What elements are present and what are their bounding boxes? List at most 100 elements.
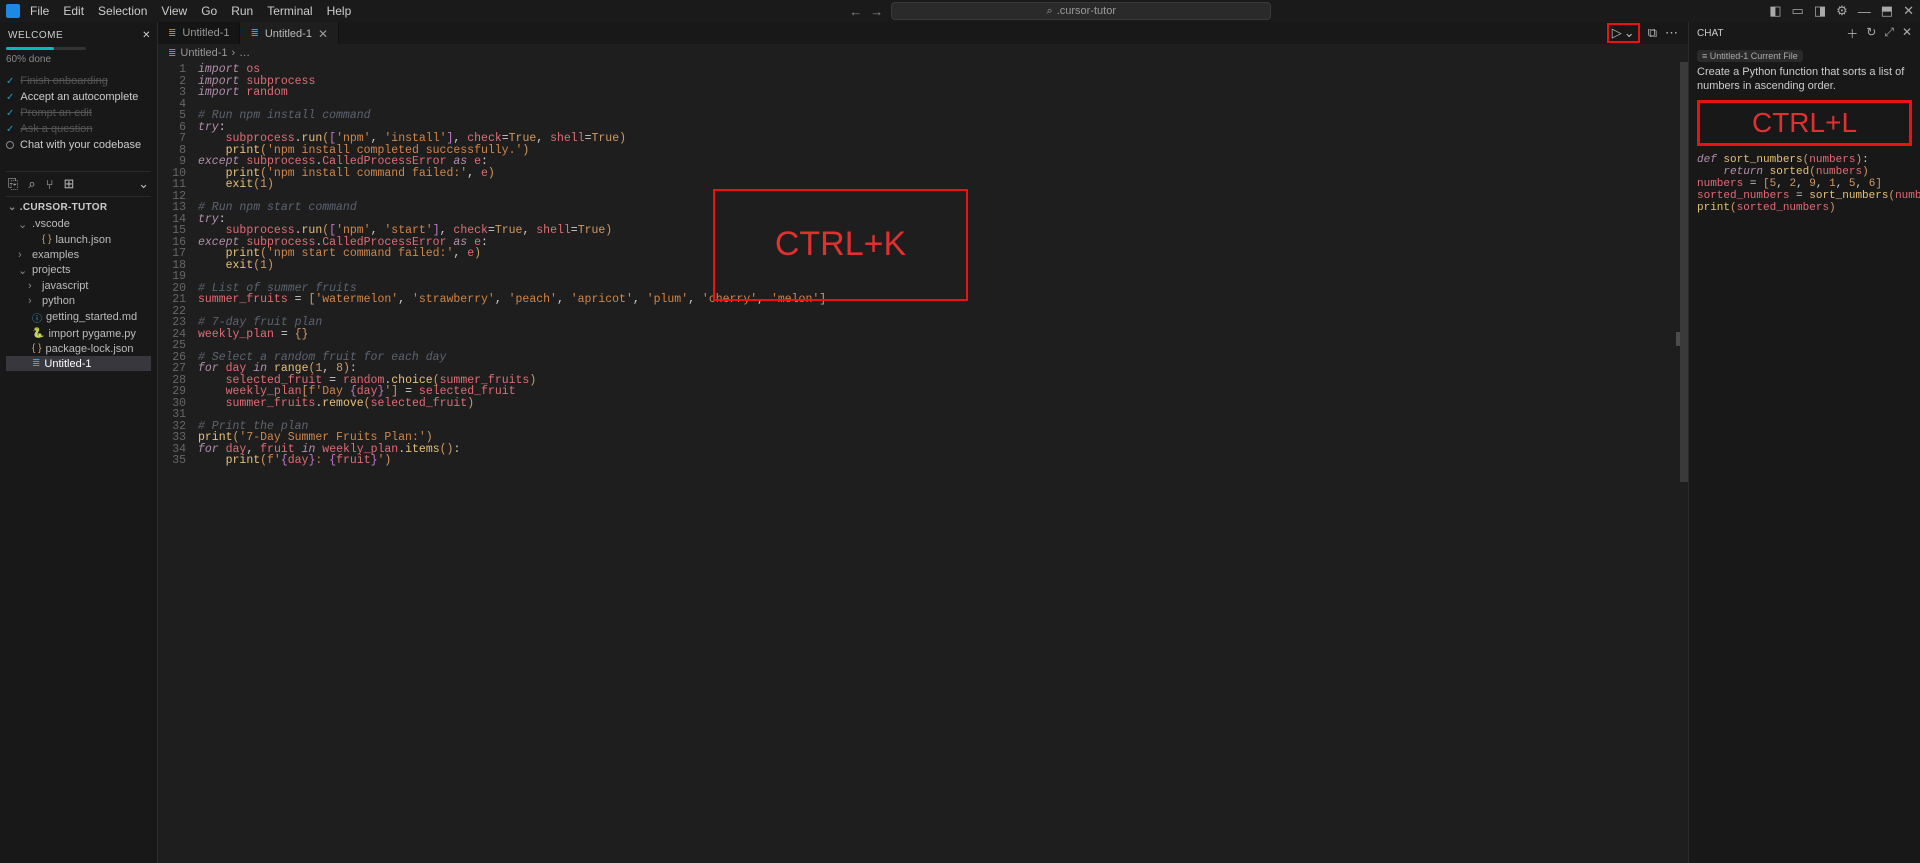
menu-file[interactable]: File bbox=[30, 4, 49, 18]
search-icon: ⌕ bbox=[1047, 5, 1053, 18]
chevron-down-icon[interactable]: ⌄ bbox=[138, 176, 149, 192]
tree-row[interactable]: › examples bbox=[6, 247, 151, 262]
more-icon[interactable]: ⋯ bbox=[1665, 25, 1678, 41]
tree-row[interactable]: { }package-lock.json bbox=[6, 341, 151, 356]
command-center[interactable]: ⌕ .cursor-tutor bbox=[891, 2, 1271, 20]
line-number: 1 bbox=[158, 64, 186, 76]
history-icon[interactable]: ↻ bbox=[1866, 25, 1876, 42]
run-icon[interactable]: ▷ bbox=[1612, 25, 1622, 41]
settings-gear-icon[interactable]: ⚙ bbox=[1836, 3, 1848, 19]
twisty-icon: › bbox=[18, 249, 28, 261]
editor-tab[interactable]: ≣Untitled-1 bbox=[158, 22, 240, 44]
twisty-icon: ⌄ bbox=[18, 218, 28, 231]
tree-row[interactable]: ⌄ .vscode bbox=[6, 216, 151, 232]
breadcrumb-file-icon: ≣ bbox=[168, 48, 176, 59]
code-line[interactable]: # Select a random fruit for each day bbox=[198, 352, 1688, 364]
nav-forward-icon[interactable]: → bbox=[870, 4, 883, 19]
breadcrumb-sep: › bbox=[231, 47, 235, 59]
menu-view[interactable]: View bbox=[161, 4, 187, 18]
close-tab-icon[interactable]: ✕ bbox=[318, 27, 328, 41]
code[interactable]: import osimport subprocessimport random #… bbox=[198, 64, 1688, 863]
layout-bottom-icon[interactable]: ▭ bbox=[1792, 3, 1804, 19]
line-number: 15 bbox=[158, 225, 186, 237]
code-line[interactable]: import os bbox=[198, 64, 1688, 76]
chat-context-tag[interactable]: ≡ Untitled-1 Current File bbox=[1697, 50, 1803, 62]
overlay-ctrl-l: CTRL+L bbox=[1697, 100, 1912, 146]
editor-tab[interactable]: ≣Untitled-1✕ bbox=[240, 22, 339, 44]
breadcrumbs[interactable]: ≣ Untitled-1 › … bbox=[158, 44, 1688, 62]
tree-row[interactable]: ⓘgetting_started.md bbox=[6, 308, 151, 326]
overlay-ctrl-k: CTRL+K bbox=[713, 189, 968, 301]
tree-row[interactable]: ≣Untitled-1 bbox=[6, 356, 151, 371]
line-number: 33 bbox=[158, 432, 186, 444]
chat-prompt: Create a Python function that sorts a li… bbox=[1697, 66, 1912, 94]
nav-back-icon[interactable]: ← bbox=[849, 4, 862, 19]
breadcrumb-file: Untitled-1 bbox=[180, 47, 227, 59]
expand-icon[interactable]: ⤢ bbox=[1884, 25, 1894, 42]
layout-panel-right-icon[interactable]: ◨ bbox=[1814, 3, 1826, 19]
code-line[interactable]: weekly_plan = {} bbox=[198, 329, 1688, 341]
tree-root[interactable]: ⌄ .CURSOR-TUTOR bbox=[6, 199, 151, 216]
search-icon[interactable]: ⌕ bbox=[28, 176, 35, 192]
check-icon: ✓ bbox=[6, 76, 14, 87]
tree-row[interactable]: 🐍import pygame.py bbox=[6, 326, 151, 341]
layout-panel-left-icon[interactable]: ◧ bbox=[1769, 3, 1781, 19]
file-icon: ⓘ bbox=[32, 310, 42, 325]
code-line[interactable]: # 7-day fruit plan bbox=[198, 317, 1688, 329]
chat-code: def sort_numbers(numbers): return sorted… bbox=[1697, 154, 1912, 214]
menu-go[interactable]: Go bbox=[201, 4, 217, 18]
app-icon bbox=[6, 4, 20, 18]
plus-icon[interactable]: ＋ bbox=[1846, 25, 1858, 42]
onboard-item[interactable]: ✓Ask a question bbox=[6, 121, 151, 137]
code-line[interactable] bbox=[198, 306, 1688, 318]
code-line[interactable]: import subprocess bbox=[198, 76, 1688, 88]
maximize-icon[interactable]: ⬒ bbox=[1881, 3, 1893, 19]
menu-selection[interactable]: Selection bbox=[98, 4, 147, 18]
run-chevron-icon[interactable]: ⌄ bbox=[1624, 25, 1635, 41]
scrollbar-thumb[interactable] bbox=[1680, 62, 1688, 482]
code-line[interactable]: summer_fruits.remove(selected_fruit) bbox=[198, 398, 1688, 410]
code-line[interactable] bbox=[198, 409, 1688, 421]
breadcrumb-rest: … bbox=[239, 47, 250, 59]
onboard-item[interactable]: Chat with your codebase bbox=[6, 137, 151, 153]
tab-row: ≣Untitled-1≣Untitled-1✕ ▷⌄ ⧉ ⋯ bbox=[158, 22, 1688, 44]
code-line[interactable]: print(f'{day}: {fruit}') bbox=[198, 455, 1688, 467]
tree-label: package-lock.json bbox=[45, 343, 133, 355]
line-number: 17 bbox=[158, 248, 186, 260]
code-body[interactable]: 1234567891011121314151617181920212223242… bbox=[158, 62, 1688, 863]
check-icon: ✓ bbox=[6, 108, 14, 119]
menu-edit[interactable]: Edit bbox=[63, 4, 84, 18]
tree-row[interactable]: ⌄projects bbox=[6, 262, 151, 278]
branch-icon[interactable]: ⑂ bbox=[46, 177, 54, 192]
line-number: 5 bbox=[158, 110, 186, 122]
extensions-icon[interactable]: ⊞ bbox=[64, 176, 75, 192]
menu-run[interactable]: Run bbox=[231, 4, 253, 18]
tree-row[interactable]: ›python bbox=[6, 293, 151, 308]
code-line[interactable]: print('npm install command failed:', e) bbox=[198, 168, 1688, 180]
code-line[interactable]: import random bbox=[198, 87, 1688, 99]
minimize-icon[interactable]: — bbox=[1858, 4, 1871, 19]
menu-terminal[interactable]: Terminal bbox=[267, 4, 312, 18]
tree-row[interactable]: ›javascript bbox=[6, 278, 151, 293]
new-file-icon[interactable]: ⎘ bbox=[8, 176, 18, 192]
close-icon[interactable]: ✕ bbox=[1903, 3, 1914, 19]
onboard-item[interactable]: ✓Finish onboarding bbox=[6, 73, 151, 89]
tree-label: examples bbox=[32, 249, 79, 261]
tree-label: projects bbox=[32, 264, 71, 276]
tree-label: .vscode bbox=[32, 218, 70, 230]
code-line[interactable]: for day, fruit in weekly_plan.items(): bbox=[198, 444, 1688, 456]
menu-help[interactable]: Help bbox=[327, 4, 352, 18]
progress-fill bbox=[6, 47, 54, 50]
tree-row[interactable]: { }launch.json bbox=[6, 232, 151, 247]
onboard-item[interactable]: ✓Prompt an edit bbox=[6, 105, 151, 121]
explorer-icon-row: ⎘ ⌕ ⑂ ⊞ ⌄ bbox=[6, 171, 151, 197]
editor-scrollbar[interactable] bbox=[1680, 62, 1688, 863]
code-line[interactable] bbox=[198, 99, 1688, 111]
file-icon: ≣ bbox=[168, 28, 176, 39]
welcome-close-icon[interactable]: ✕ bbox=[142, 30, 151, 41]
code-line[interactable]: # Run npm install command bbox=[198, 110, 1688, 122]
onboard-item[interactable]: ✓Accept an autocomplete bbox=[6, 89, 151, 105]
split-editor-icon[interactable]: ⧉ bbox=[1648, 25, 1657, 41]
close-icon[interactable]: ✕ bbox=[1902, 25, 1912, 42]
chat-header: CHAT ＋↻⤢✕ bbox=[1689, 22, 1920, 44]
